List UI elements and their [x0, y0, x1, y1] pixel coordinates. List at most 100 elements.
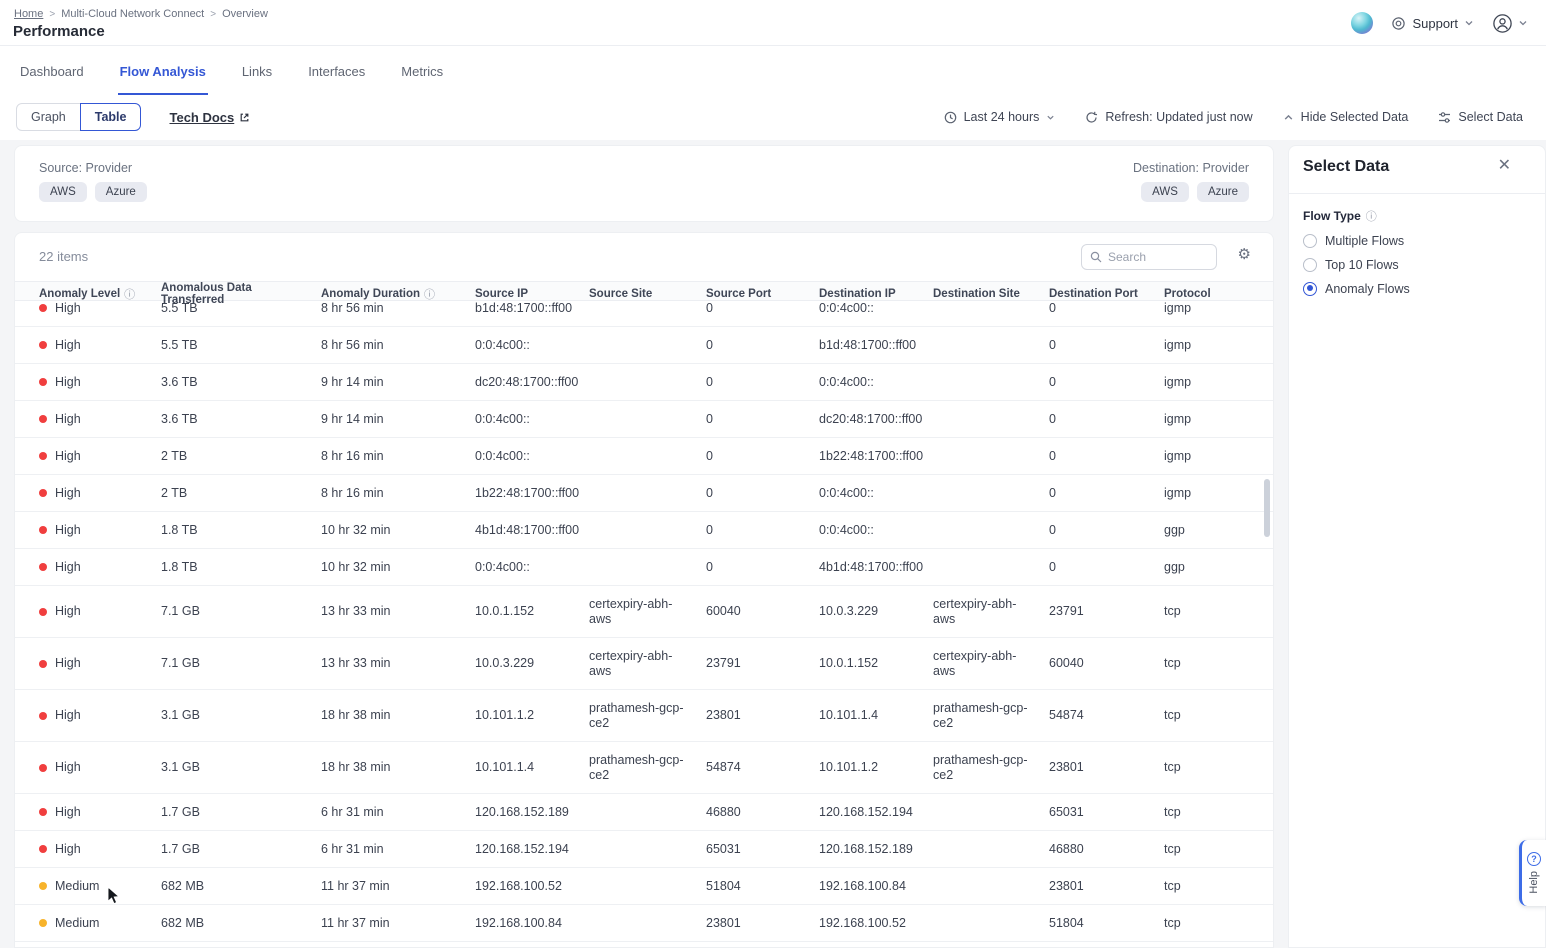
cell-source-ip: 0:0:4c00:: — [475, 412, 589, 427]
cell-destination-port: 0 — [1049, 523, 1164, 538]
anomaly-level-text: High — [55, 449, 81, 464]
clock-icon — [944, 111, 957, 124]
time-range-dropdown[interactable]: Last 24 hours — [944, 110, 1056, 124]
tech-docs-link[interactable]: Tech Docs — [169, 110, 250, 125]
cell-source-ip: b1d:48:1700::ff00 — [475, 301, 589, 316]
breadcrumb-item-home[interactable]: Home — [14, 8, 43, 20]
cell-source-port: 23801 — [706, 916, 819, 931]
table-row[interactable]: Medium682 MB11 hr 37 min192.168.100.8423… — [15, 905, 1273, 942]
cell-source-ip: 0:0:4c00:: — [475, 338, 589, 353]
support-icon — [1391, 16, 1406, 31]
cell-duration: 8 hr 56 min — [321, 301, 475, 316]
info-icon[interactable]: ⓘ — [124, 286, 135, 302]
cell-protocol: tcp — [1164, 708, 1273, 723]
table-row[interactable]: High2 TB8 hr 16 min0:0:4c00::01b22:48:17… — [15, 438, 1273, 475]
table-row[interactable]: High1.8 TB10 hr 32 min0:0:4c00::04b1d:48… — [15, 549, 1273, 586]
tab-metrics[interactable]: Metrics — [399, 46, 445, 95]
table-row[interactable]: Medium682 MB11 hr 37 min192.168.100.5251… — [15, 868, 1273, 905]
table-row[interactable]: High5.5 TB8 hr 56 min0:0:4c00::0b1d:48:1… — [15, 327, 1273, 364]
source-provider-chip-aws[interactable]: AWS — [39, 182, 87, 202]
cell-destination-site: prathamesh-gcp-ce2 — [933, 753, 1049, 783]
cell-duration: 18 hr 38 min — [321, 708, 475, 723]
refresh-button[interactable]: Refresh: Updated just now — [1085, 110, 1252, 124]
radio-option-top-10-flows[interactable]: Top 10 Flows — [1303, 255, 1410, 274]
cell-duration: 13 hr 33 min — [321, 604, 475, 619]
radio-option-label: Anomaly Flows — [1325, 282, 1410, 296]
breadcrumb: Home>Multi-Cloud Network Connect>Overvie… — [14, 8, 268, 20]
radio-option-anomaly-flows[interactable]: Anomaly Flows — [1303, 279, 1410, 298]
table-row[interactable]: High1.8 TB10 hr 32 min4b1d:48:1700::ff00… — [15, 512, 1273, 549]
destination-provider-chip-aws[interactable]: AWS — [1141, 182, 1189, 202]
cell-destination-port: 0 — [1049, 560, 1164, 575]
table-row[interactable]: High2 TB8 hr 16 min1b22:48:1700::ff0000:… — [15, 475, 1273, 512]
cell-destination-ip: 120.168.152.189 — [819, 842, 933, 857]
source-provider-chip-azure[interactable]: Azure — [95, 182, 147, 202]
help-question-icon: ? — [1527, 852, 1541, 866]
cell-source-site: certexpiry-abh-aws — [589, 597, 706, 627]
chevron-down-icon — [1518, 18, 1528, 28]
cell-data-transferred: 1.8 TB — [161, 560, 321, 575]
info-icon[interactable]: ⓘ — [1366, 208, 1377, 224]
cell-destination-site: prathamesh-gcp-ce2 — [933, 701, 1049, 731]
destination-provider-chip-azure[interactable]: Azure — [1197, 182, 1249, 202]
search-input[interactable] — [1108, 250, 1208, 264]
cell-protocol: tcp — [1164, 760, 1273, 775]
close-icon[interactable]: ✕ — [1498, 158, 1511, 174]
help-label: Help — [1528, 871, 1540, 894]
table-row[interactable]: High7.1 GB13 hr 33 min10.0.3.229certexpi… — [15, 638, 1273, 690]
cell-protocol: igmp — [1164, 449, 1273, 464]
table-row[interactable]: High3.6 TB9 hr 14 mindc20:48:1700::ff000… — [15, 364, 1273, 401]
table-row[interactable]: High3.1 GB18 hr 38 min10.101.1.2prathame… — [15, 690, 1273, 742]
anomaly-level-dot — [39, 764, 47, 772]
column-header-label: Destination Port — [1049, 288, 1138, 300]
cell-destination-port: 0 — [1049, 486, 1164, 501]
support-menu[interactable]: Support — [1391, 16, 1474, 31]
select-data-button[interactable]: Select Data — [1438, 110, 1523, 124]
table-scrollbar[interactable] — [1264, 479, 1270, 537]
cell-level: High — [39, 708, 161, 723]
table-row[interactable]: High1.7 GB6 hr 31 min120.168.152.1946503… — [15, 831, 1273, 868]
refresh-label: Refresh: Updated just now — [1105, 110, 1252, 124]
cell-duration: 13 hr 33 min — [321, 656, 475, 671]
cell-data-transferred: 682 MB — [161, 879, 321, 894]
cell-source-ip: 10.101.1.2 — [475, 708, 589, 723]
anomaly-level-dot — [39, 919, 47, 927]
column-header-label: Anomaly Level — [39, 288, 120, 300]
cell-duration: 11 hr 37 min — [321, 879, 475, 894]
anomaly-level-text: High — [55, 375, 81, 390]
table-settings-gear-icon[interactable]: ⚙ — [1238, 247, 1251, 262]
column-header-label: Source Port — [706, 288, 771, 300]
hide-selected-data-button[interactable]: Hide Selected Data — [1283, 110, 1409, 124]
cell-destination-port: 0 — [1049, 338, 1164, 353]
radio-option-multiple-flows[interactable]: Multiple Flows — [1303, 231, 1410, 250]
cell-destination-ip: 10.0.1.152 — [819, 656, 933, 671]
column-header-label: Protocol — [1164, 288, 1211, 300]
anomaly-level-text: Medium — [55, 879, 99, 894]
info-icon[interactable]: ⓘ — [424, 286, 435, 302]
table-row[interactable]: High5.5 TB8 hr 56 minb1d:48:1700::ff0000… — [15, 301, 1273, 327]
cell-source-ip: 192.168.100.52 — [475, 879, 589, 894]
view-toggle-graph[interactable]: Graph — [16, 103, 81, 131]
table-row[interactable]: High7.1 GB13 hr 33 min10.0.1.152certexpi… — [15, 586, 1273, 638]
anomaly-level-dot — [39, 378, 47, 386]
cell-destination-ip: 10.0.3.229 — [819, 604, 933, 619]
user-menu[interactable] — [1492, 13, 1528, 34]
view-toggle-table[interactable]: Table — [80, 103, 142, 131]
tab-dashboard[interactable]: Dashboard — [18, 46, 86, 95]
tab-flow-analysis[interactable]: Flow Analysis — [118, 46, 208, 95]
anomaly-level-dot — [39, 660, 47, 668]
tab-links[interactable]: Links — [240, 46, 274, 95]
tab-interfaces[interactable]: Interfaces — [306, 46, 367, 95]
table-row[interactable]: High3.6 TB9 hr 14 min0:0:4c00::0dc20:48:… — [15, 401, 1273, 438]
table-row[interactable]: High1.7 GB6 hr 31 min120.168.152.1894688… — [15, 794, 1273, 831]
cell-data-transferred: 1.8 TB — [161, 523, 321, 538]
table-row[interactable]: High3.1 GB18 hr 38 min10.101.1.4prathame… — [15, 742, 1273, 794]
tabs: Dashboard Flow Analysis Links Interfaces Met… — [0, 46, 1546, 95]
cell-destination-port: 65031 — [1049, 805, 1164, 820]
cell-source-ip: 120.168.152.194 — [475, 842, 589, 857]
cell-protocol: igmp — [1164, 301, 1273, 316]
cell-destination-ip: 0:0:4c00:: — [819, 301, 933, 316]
help-tab[interactable]: ? Help — [1519, 840, 1546, 906]
breadcrumb-item-multi-cloud-network-connect[interactable]: Multi-Cloud Network Connect — [61, 8, 204, 20]
anomaly-level-text: High — [55, 412, 81, 427]
